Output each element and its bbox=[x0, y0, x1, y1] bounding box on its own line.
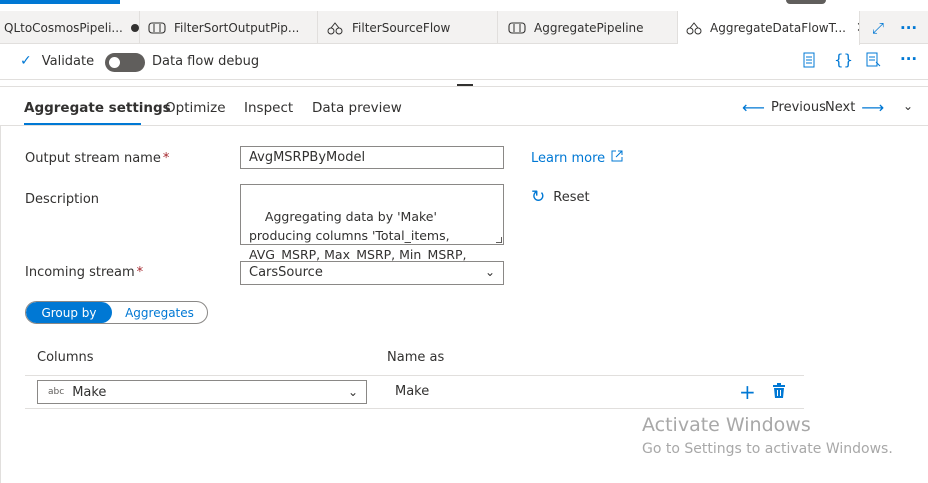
more-tabs-icon[interactable]: ··· bbox=[900, 11, 917, 44]
column-select[interactable]: abc Make ⌄ bbox=[37, 380, 367, 404]
tab-inspect[interactable]: Inspect bbox=[244, 100, 293, 116]
tab-data-preview[interactable]: Data preview bbox=[312, 100, 402, 116]
column-value: Make bbox=[72, 384, 107, 400]
group-by-toggle[interactable]: Group by bbox=[26, 302, 112, 323]
grid-divider bbox=[25, 375, 804, 376]
checkmark-icon: ✓ bbox=[20, 53, 32, 69]
canvas-toolbar: ✓ Validate Data flow debug {} ··· bbox=[0, 44, 928, 80]
code-braces-icon[interactable]: {} bbox=[834, 51, 853, 69]
next-button[interactable]: Next ⟶ bbox=[825, 98, 884, 117]
script-icon[interactable] bbox=[801, 52, 817, 72]
collapse-chevron-icon[interactable]: ⌄ bbox=[903, 99, 913, 113]
required-mark: * bbox=[136, 265, 144, 280]
output-stream-name-input[interactable]: AvgMSRPByModel bbox=[240, 146, 504, 169]
incoming-stream-value: CarsSource bbox=[249, 265, 323, 280]
output-stream-name-label: Output stream name * bbox=[25, 151, 169, 166]
description-label: Description bbox=[25, 192, 100, 207]
incoming-stream-select[interactable]: CarsSource ⌄ bbox=[240, 261, 504, 285]
tab-label: AggregatePipeline bbox=[534, 20, 644, 35]
chevron-down-icon: ⌄ bbox=[484, 265, 495, 279]
expand-icon[interactable]: ⤢ bbox=[872, 11, 884, 44]
more-options-icon[interactable]: ··· bbox=[900, 50, 917, 68]
data-flow-debug-label: Data flow debug bbox=[152, 54, 260, 69]
previous-label: Previous bbox=[770, 100, 826, 115]
top-strip bbox=[0, 0, 928, 5]
tab-label: FilterSourceFlow bbox=[352, 20, 451, 35]
data-flow-debug-toggle[interactable] bbox=[105, 53, 145, 72]
label-text: Incoming stream bbox=[25, 265, 135, 280]
aggregate-settings-panel: Output stream name * AvgMSRPByModel Learn… bbox=[0, 126, 928, 483]
properties-icon[interactable] bbox=[865, 52, 881, 72]
reset-label: Reset bbox=[553, 189, 590, 205]
label-text: Output stream name bbox=[25, 151, 161, 166]
name-as-value[interactable]: Make bbox=[395, 384, 429, 399]
string-type-icon: abc bbox=[48, 387, 65, 397]
group-aggregate-switch: Group by Aggregates bbox=[25, 301, 208, 324]
name-as-header: Name as bbox=[387, 350, 445, 365]
top-accent-bar bbox=[0, 0, 120, 4]
dataflow-icon bbox=[326, 21, 344, 35]
panel-divider bbox=[0, 86, 928, 87]
unsaved-dot-icon bbox=[130, 23, 139, 32]
validate-button[interactable]: ✓ Validate bbox=[20, 53, 94, 69]
required-mark: * bbox=[162, 151, 170, 166]
tab-qltocosmos[interactable]: QLtoCosmosPipeli... bbox=[0, 11, 140, 44]
toggle-knob bbox=[109, 57, 120, 68]
tab-filtersourceflow[interactable]: FilterSourceFlow bbox=[318, 11, 498, 44]
tab-label: FilterSortOutputPip... bbox=[174, 20, 300, 35]
tab-aggregate-settings[interactable]: Aggregate settings bbox=[24, 100, 171, 116]
arrow-left-icon: ⟵ bbox=[742, 98, 765, 117]
dataflow-icon bbox=[686, 21, 702, 35]
learn-more-link[interactable]: Learn more bbox=[531, 150, 623, 166]
validate-label: Validate bbox=[41, 53, 95, 69]
settings-tab-bar: Aggregate settings Optimize Inspect Data… bbox=[0, 90, 928, 126]
learn-more-label: Learn more bbox=[531, 150, 606, 166]
tab-aggregatepipeline[interactable]: AggregatePipeline bbox=[498, 11, 678, 44]
aggregates-toggle[interactable]: Aggregates bbox=[112, 302, 207, 323]
document-tab-bar: QLtoCosmosPipeli... FilterSortOutputPip.… bbox=[0, 11, 928, 45]
description-textarea[interactable]: Aggregating data by 'Make' producing col… bbox=[240, 184, 504, 281]
tab-aggregatedataflow[interactable]: AggregateDataFlowT... ✕ bbox=[678, 11, 860, 45]
next-label: Next bbox=[825, 100, 856, 115]
previous-button[interactable]: ⟵ Previous bbox=[742, 98, 826, 117]
active-tab-indicator bbox=[24, 123, 141, 125]
activate-windows-title: Activate Windows bbox=[642, 414, 811, 436]
add-icon[interactable]: + bbox=[739, 380, 756, 404]
arrow-right-icon: ⟶ bbox=[861, 98, 885, 117]
external-link-icon bbox=[611, 150, 623, 166]
top-handle bbox=[786, 0, 826, 4]
incoming-stream-label: Incoming stream * bbox=[25, 265, 143, 280]
pipeline-icon bbox=[508, 21, 526, 35]
columns-header: Columns bbox=[37, 350, 94, 365]
reset-icon: ↻ bbox=[531, 187, 546, 207]
reset-button[interactable]: ↻ Reset bbox=[531, 187, 590, 207]
grid-divider bbox=[25, 408, 804, 409]
tab-label: QLtoCosmosPipeli... bbox=[4, 20, 123, 35]
resize-handle[interactable] bbox=[496, 237, 502, 243]
tab-optimize[interactable]: Optimize bbox=[165, 100, 226, 116]
pipeline-icon bbox=[148, 21, 166, 35]
tab-label: AggregateDataFlowT... bbox=[710, 21, 846, 35]
activate-windows-subtitle: Go to Settings to activate Windows. bbox=[642, 441, 893, 457]
tab-filtersortoutput[interactable]: FilterSortOutputPip... bbox=[140, 11, 318, 44]
close-tab-icon[interactable]: ✕ bbox=[856, 20, 859, 36]
delete-icon[interactable] bbox=[772, 383, 786, 404]
chevron-down-icon: ⌄ bbox=[347, 385, 358, 399]
